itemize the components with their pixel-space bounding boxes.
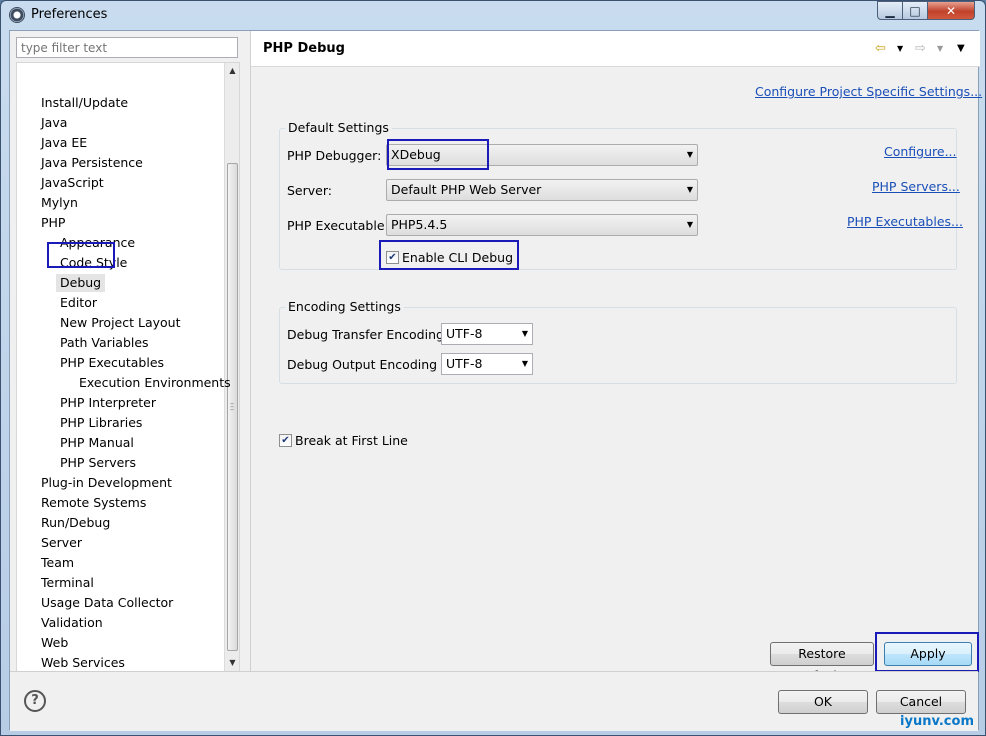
tree-item[interactable]: Validation xyxy=(41,614,103,632)
encoding-settings-group: Encoding Settings Debug Transfer Encodin… xyxy=(279,299,957,384)
tree-item[interactable]: PHP Manual xyxy=(60,434,134,452)
tree-item[interactable]: Web xyxy=(41,634,68,652)
tree-item[interactable]: PHP xyxy=(41,214,65,232)
debug-output-encoding-select[interactable]: UTF-8 ▼ xyxy=(441,353,533,375)
preferences-window: Preferences ▁ □ ✕ ▲ ––– ▼ Install/Update… xyxy=(0,0,986,736)
tree-item[interactable]: Usage Data Collector xyxy=(41,594,173,612)
chevron-down-icon: ▼ xyxy=(521,359,528,368)
close-button[interactable]: ✕ xyxy=(927,1,975,20)
cli-debug-highlight-box xyxy=(379,240,519,270)
scroll-thumb[interactable]: – – – xyxy=(227,163,238,651)
tree-item[interactable]: Team xyxy=(41,554,74,572)
tree-item[interactable]: PHP Interpreter xyxy=(60,394,156,412)
tree-item[interactable]: Install/Update xyxy=(41,94,128,112)
debug-output-encoding-value: UTF-8 xyxy=(446,356,483,371)
tree-item[interactable]: Execution Environments xyxy=(79,374,231,392)
php-executable-select[interactable]: PHP5.4.5 ▼ xyxy=(386,214,698,236)
tree-item[interactable]: Mylyn xyxy=(41,194,78,212)
php-debugger-label: PHP Debugger: xyxy=(287,148,382,163)
dialog-footer: ? OK Cancel iyunv.com xyxy=(10,671,978,731)
forward-menu-icon[interactable]: ▼ xyxy=(937,44,943,53)
restore-defaults-button[interactable]: Restore Defaults xyxy=(770,642,874,683)
ok-button[interactable]: OK xyxy=(778,690,868,714)
debug-highlight-box xyxy=(47,242,115,268)
eclipse-gear-icon xyxy=(9,7,25,23)
php-executable-label: PHP Executable: xyxy=(287,218,389,233)
server-select[interactable]: Default PHP Web Server ▼ xyxy=(386,179,698,201)
tree-item[interactable]: PHP Servers xyxy=(60,454,136,472)
page-title: PHP Debug xyxy=(263,41,345,56)
tree-item[interactable]: Run/Debug xyxy=(41,514,110,532)
php-executable-value: PHP5.4.5 xyxy=(391,217,448,232)
debug-transfer-encoding-select[interactable]: UTF-8 ▼ xyxy=(441,323,533,345)
tree-item[interactable]: Debug xyxy=(56,274,106,292)
tree-item[interactable]: Remote Systems xyxy=(41,494,146,512)
tree-item[interactable]: JavaScript xyxy=(41,174,104,192)
cancel-button[interactable]: Cancel xyxy=(876,690,966,714)
preference-page: PHP Debug ⇦ ▼ ⇨ ▼ ▼ Configure Project Sp… xyxy=(250,31,982,683)
page-header: PHP Debug ⇦ ▼ ⇨ ▼ ▼ xyxy=(251,31,980,67)
chevron-down-icon: ▼ xyxy=(686,150,693,159)
page-content: Configure Project Specific Settings... D… xyxy=(251,67,982,683)
php-servers-link[interactable]: PHP Servers... xyxy=(872,179,960,194)
chevron-down-icon: ▼ xyxy=(686,220,693,229)
back-arrow-icon[interactable]: ⇦ xyxy=(875,41,886,56)
tree-item[interactable]: PHP Executables xyxy=(60,354,164,372)
debug-output-encoding-label: Debug Output Encoding xyxy=(287,357,438,372)
tree-item[interactable]: PHP Libraries xyxy=(60,414,142,432)
title-bar: Preferences ▁ □ ✕ xyxy=(1,1,985,29)
encoding-settings-title: Encoding Settings xyxy=(285,299,404,314)
debug-transfer-encoding-label: Debug Transfer Encoding xyxy=(287,327,444,342)
php-executables-link[interactable]: PHP Executables... xyxy=(847,214,963,229)
scroll-down-arrow-icon[interactable]: ▼ xyxy=(225,655,239,671)
break-at-first-line-label: Break at First Line xyxy=(295,433,408,448)
scroll-up-arrow-icon[interactable]: ▲ xyxy=(225,63,239,79)
apply-highlight-box xyxy=(875,632,979,672)
tree-item[interactable]: Editor xyxy=(60,294,97,312)
configure-debugger-link[interactable]: Configure... xyxy=(884,144,957,159)
tree-item[interactable]: Path Variables xyxy=(60,334,149,352)
tree-item[interactable]: Plug-in Development xyxy=(41,474,172,492)
back-menu-icon[interactable]: ▼ xyxy=(897,44,903,53)
default-settings-title: Default Settings xyxy=(285,120,392,135)
maximize-button[interactable]: □ xyxy=(902,1,928,20)
tree-item[interactable]: Java xyxy=(41,114,67,132)
scroll-grip-icon: – – – xyxy=(230,399,234,414)
server-value: Default PHP Web Server xyxy=(391,182,542,197)
filter-input[interactable] xyxy=(16,37,238,58)
debug-transfer-encoding-value: UTF-8 xyxy=(446,326,483,341)
server-label: Server: xyxy=(287,183,332,198)
forward-arrow-icon[interactable]: ⇨ xyxy=(915,41,926,56)
watermark-logo: iyunv.com xyxy=(900,714,974,729)
minimize-button[interactable]: ▁ xyxy=(877,1,903,20)
chevron-down-icon: ▼ xyxy=(521,329,528,338)
xdebug-highlight-box xyxy=(387,139,489,170)
tree-item[interactable]: Terminal xyxy=(41,574,94,592)
break-at-first-line-checkbox[interactable]: ✔ xyxy=(279,434,292,447)
tree-item[interactable]: Web Services xyxy=(41,654,125,671)
tree-item[interactable]: Java EE xyxy=(41,134,87,152)
window-title: Preferences xyxy=(31,7,108,22)
dialog-client: ▲ ––– ▼ Install/Update Java Java EE Java Pe… xyxy=(9,30,982,731)
tree-item[interactable]: New Project Layout xyxy=(60,314,180,332)
tree-scrollbar[interactable]: ▲ – – – ▼ xyxy=(224,63,239,671)
tree-item[interactable]: Server xyxy=(41,534,82,552)
tree-item[interactable]: Java Persistence xyxy=(41,154,143,172)
chevron-down-icon: ▼ xyxy=(686,185,693,194)
help-icon[interactable]: ? xyxy=(24,690,46,712)
configure-project-settings-link[interactable]: Configure Project Specific Settings... xyxy=(755,84,982,99)
preferences-tree: ▲ – – – ▼ Install/Update Java Java EE Java Pe… xyxy=(16,62,240,672)
view-menu-icon[interactable]: ▼ xyxy=(957,43,965,54)
